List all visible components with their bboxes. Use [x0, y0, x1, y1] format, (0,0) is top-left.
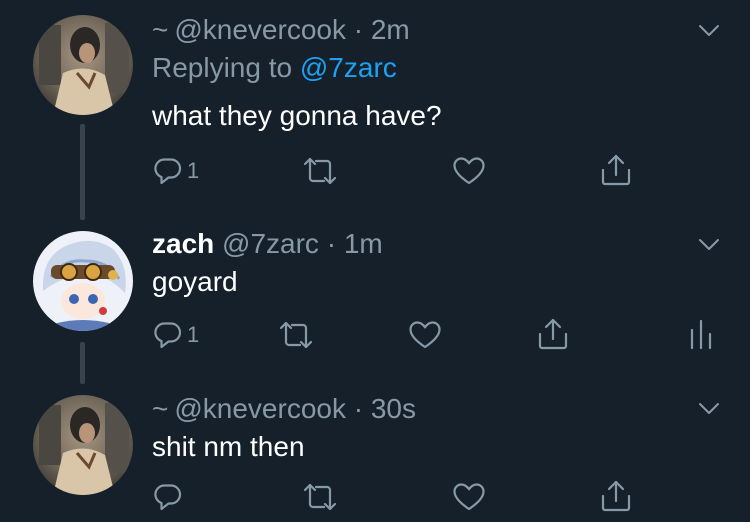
- tweet-text: shit nm then: [152, 431, 305, 462]
- share-icon: [599, 153, 633, 187]
- avatar[interactable]: [33, 15, 133, 115]
- avatar[interactable]: [33, 231, 133, 331]
- share-button[interactable]: [536, 316, 570, 352]
- reply-icon: [152, 155, 184, 187]
- timestamp[interactable]: · 2m: [354, 14, 410, 45]
- analytics-button[interactable]: [686, 316, 716, 352]
- reply-icon: [152, 319, 184, 351]
- display-name[interactable]: zach: [152, 228, 214, 259]
- like-button[interactable]: [452, 153, 486, 189]
- analytics-icon: [686, 318, 716, 350]
- tweet-text: goyard: [152, 266, 238, 297]
- reply-button[interactable]: 1: [152, 153, 199, 189]
- handle[interactable]: @knevercook: [174, 14, 346, 45]
- retweet-icon: [302, 155, 338, 187]
- heart-icon: [452, 155, 486, 187]
- replying-to-mention[interactable]: @7zarc: [300, 52, 397, 83]
- replying-to: Replying to @7zarc: [152, 52, 397, 84]
- reply-button[interactable]: [152, 479, 187, 515]
- chevron-down-icon[interactable]: [697, 397, 721, 421]
- reply-button[interactable]: 1: [152, 317, 199, 353]
- handle[interactable]: @7zarc: [222, 228, 319, 259]
- retweet-icon: [278, 319, 314, 351]
- thread-line: [80, 124, 85, 220]
- tweet-text: what they gonna have?: [152, 100, 442, 131]
- chevron-down-icon[interactable]: [697, 233, 721, 257]
- tweet-header: zach @7zarc · 1m: [152, 228, 383, 260]
- retweet-button[interactable]: [302, 153, 338, 189]
- like-button[interactable]: [452, 479, 486, 515]
- reply-icon: [152, 481, 184, 513]
- thread-line: [80, 342, 85, 384]
- replying-to-label: Replying to: [152, 52, 293, 83]
- tweet-header: ~ @knevercook · 30s: [152, 393, 416, 425]
- like-button[interactable]: [408, 317, 442, 353]
- reply-count: 1: [187, 158, 200, 183]
- retweet-button[interactable]: [278, 317, 314, 353]
- heart-icon: [452, 481, 486, 513]
- heart-icon: [408, 319, 442, 351]
- avatar[interactable]: [33, 395, 133, 495]
- chevron-down-icon[interactable]: [697, 19, 721, 43]
- display-name[interactable]: ~: [152, 14, 168, 45]
- share-icon: [599, 479, 633, 513]
- share-button[interactable]: [599, 152, 633, 188]
- timestamp[interactable]: · 30s: [354, 393, 416, 424]
- display-name[interactable]: ~: [152, 393, 168, 424]
- share-button[interactable]: [599, 478, 633, 514]
- handle[interactable]: @knevercook: [174, 393, 346, 424]
- retweet-icon: [302, 481, 338, 513]
- timestamp[interactable]: · 1m: [327, 228, 383, 259]
- share-icon: [536, 317, 570, 351]
- tweet-header: ~ @knevercook · 2m: [152, 14, 410, 46]
- retweet-button[interactable]: [302, 479, 338, 515]
- reply-count: 1: [187, 322, 200, 347]
